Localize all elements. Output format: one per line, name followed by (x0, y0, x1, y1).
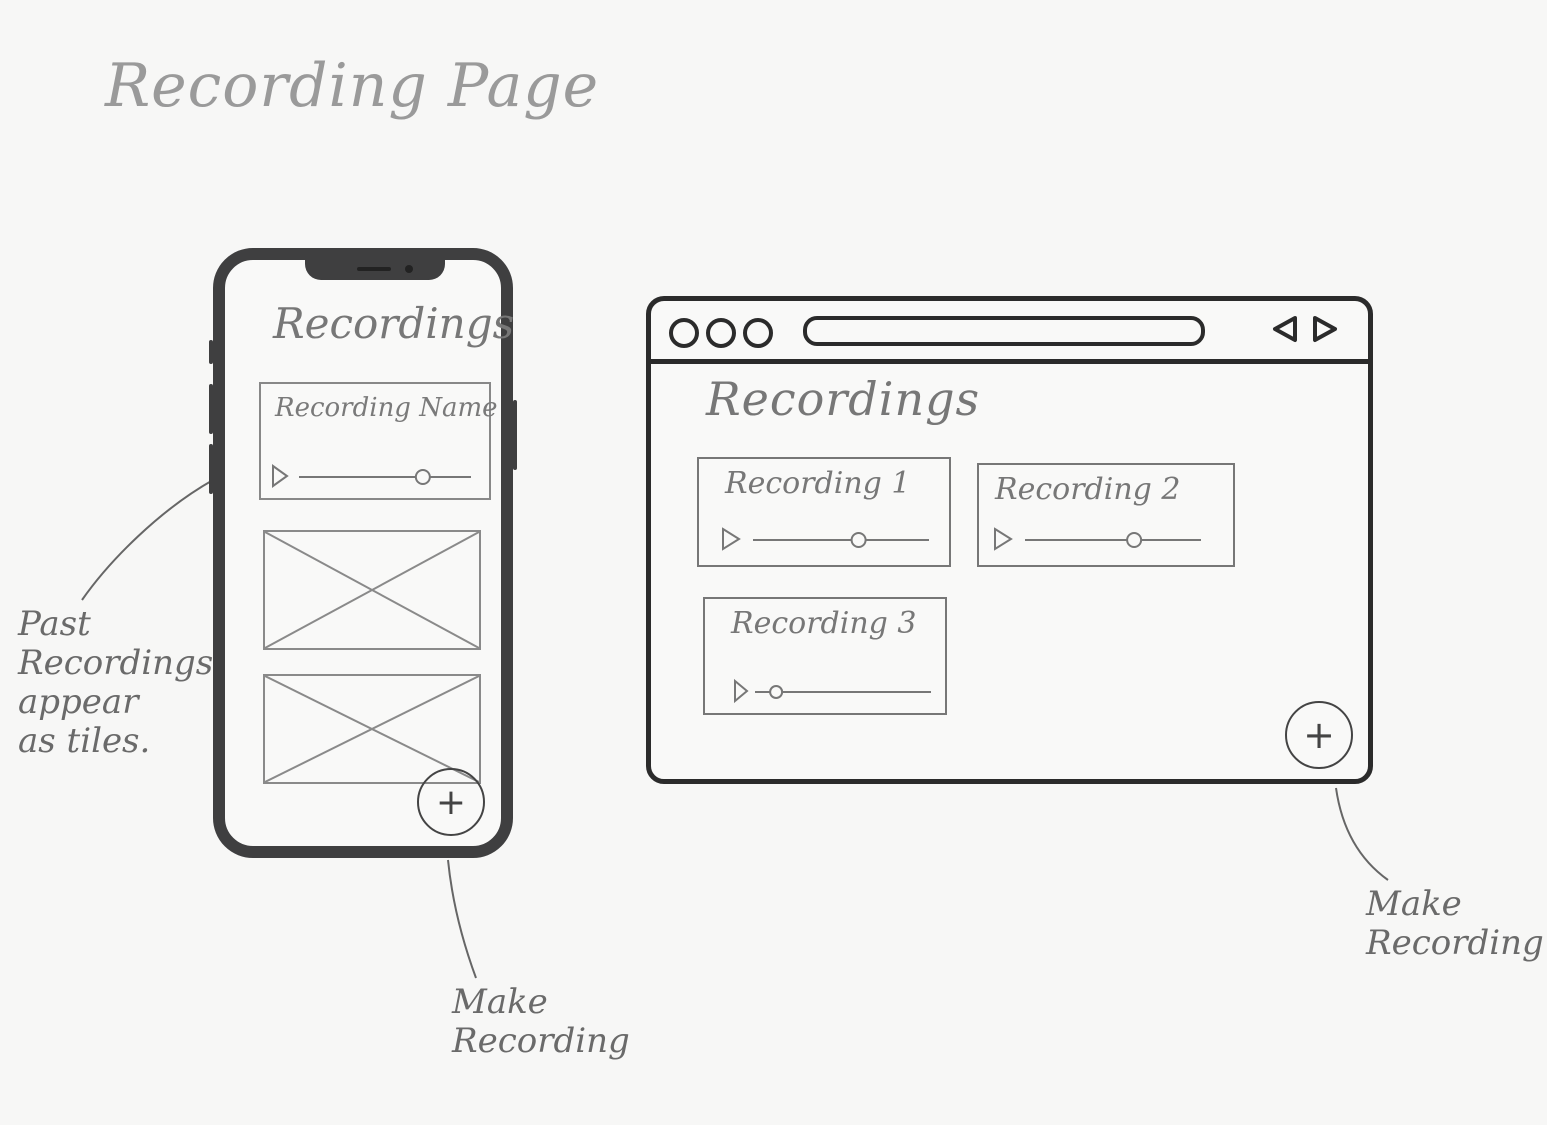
desktop-recording-card[interactable]: Recording 3 (703, 597, 947, 715)
phone-volume-up (209, 384, 213, 434)
slider-knob-icon (414, 469, 431, 485)
phone-power-button (513, 400, 517, 470)
recording-name: Recording Name (275, 393, 498, 423)
desktop-recording-card[interactable]: Recording 1 (697, 457, 951, 567)
desktop-audio-slider[interactable] (993, 525, 1208, 555)
recording-name: Recording 2 (995, 472, 1181, 507)
desktop-recording-card[interactable]: Recording 2 (977, 463, 1235, 567)
mobile-wireframe: Recordings Recording Name + (209, 248, 517, 858)
mobile-add-recording-button[interactable]: + (417, 768, 485, 836)
phone-notch (305, 258, 445, 280)
speaker-icon (357, 267, 391, 271)
play-icon (994, 527, 1013, 551)
phone-mute-switch (209, 340, 213, 364)
annotation-line-past-recordings (81, 479, 214, 601)
annotation-past-recordings: Past Recordings appear as tiles. (18, 604, 214, 762)
annotation-make-recording-desktop: Make Recording (1366, 884, 1544, 964)
phone-volume-down (209, 444, 213, 494)
mobile-recording-card[interactable]: Recording Name (259, 382, 498, 500)
play-icon (734, 678, 749, 704)
forward-arrow-icon[interactable] (1311, 315, 1339, 343)
slider-knob-icon (850, 532, 867, 548)
url-bar[interactable] (803, 316, 1205, 346)
annotation-make-recording-mobile: Make Recording (452, 982, 630, 1062)
mobile-audio-slider[interactable] (271, 462, 481, 492)
desktop-heading: Recordings (706, 372, 981, 426)
slider-knob-icon (769, 685, 784, 699)
mobile-image-placeholder (263, 530, 481, 650)
back-arrow-icon[interactable] (1271, 315, 1299, 343)
recording-name: Recording 1 (725, 466, 911, 501)
desktop-wireframe: Recordings Recording 1 Recording 2 Recor… (646, 296, 1373, 784)
annotation-line-make-recording-desktop (1335, 787, 1389, 881)
play-icon (272, 464, 289, 488)
slider-knob-icon (1126, 532, 1143, 548)
recording-name: Recording 3 (731, 606, 917, 641)
desktop-audio-slider[interactable] (733, 677, 938, 707)
annotation-line-make-recording-mobile (447, 859, 477, 979)
play-icon (722, 527, 741, 551)
mobile-heading: Recordings (273, 299, 515, 348)
camera-icon (405, 265, 413, 273)
window-close-icon[interactable] (669, 318, 699, 348)
desktop-add-recording-button[interactable]: + (1285, 701, 1353, 769)
browser-toolbar (651, 301, 1368, 364)
window-minimize-icon[interactable] (706, 318, 736, 348)
window-maximize-icon[interactable] (743, 318, 773, 348)
desktop-audio-slider[interactable] (721, 525, 936, 555)
